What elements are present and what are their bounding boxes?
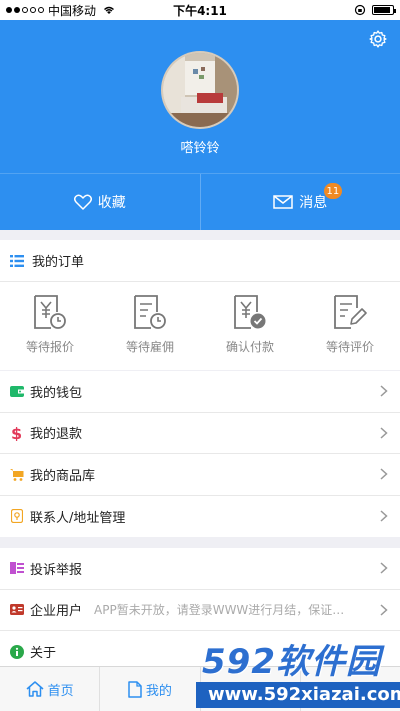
info-icon [10,644,24,659]
favorites-label: 收藏 [97,195,126,211]
hire-clock-icon [134,295,166,329]
tab-4[interactable] [299,667,400,711]
menu-product-library[interactable]: 我的商品库 [0,454,400,496]
chevron-right-icon [380,562,388,574]
order-awaiting-review[interactable]: 等待评价 [300,282,400,370]
wifi-icon [104,6,114,14]
action-bar: 收藏 消息 11 [0,173,400,230]
document-icon [128,680,142,698]
settings-gear-icon[interactable] [368,29,388,49]
status-right [354,4,396,16]
price-clock-icon [34,295,66,329]
chevron-right-icon [380,468,388,480]
orders-header[interactable]: 我的订单 [0,240,400,282]
orders-title: 我的订单 [32,255,85,270]
status-left: 中国移动 [6,2,116,19]
enterprise-card-icon [10,603,24,617]
username: 嗒铃铃 [180,141,220,156]
envelope-icon [273,195,293,209]
messages-button[interactable]: 消息 11 [199,174,400,230]
review-pen-icon [334,295,367,329]
menu-enterprise-user[interactable]: 企业用户 APP暂未开放，请登录WWW进行月结，保证业务… [0,590,400,631]
menu-refunds-label: 我的退款 [30,427,83,443]
favorites-button[interactable]: 收藏 [0,174,200,230]
menu-complaints[interactable]: 投诉举报 [0,548,400,590]
bottom-tab-bar: 首页 我的 [0,666,400,711]
battery-icon [372,5,396,15]
cart-icon [10,467,24,481]
orientation-lock-icon [354,4,366,16]
payment-check-icon [234,295,266,329]
signal-strength-icon [6,7,44,13]
order-awaiting-review-label: 等待评价 [325,340,374,354]
messages-badge: 11 [323,183,343,199]
order-awaiting-quote[interactable]: 等待报价 [0,282,100,370]
chevron-right-icon [380,385,388,397]
chevron-right-icon [380,509,388,522]
tab-3[interactable] [199,667,300,711]
tab-home[interactable]: 首页 [0,667,99,711]
menu-about-label: 关于 [30,646,57,662]
order-awaiting-hire-label: 等待雇佣 [125,340,174,354]
home-icon [26,681,44,697]
menu-wallet[interactable]: 我的钱包 [0,371,400,413]
order-confirm-payment-label: 确认付款 [225,340,274,354]
order-confirm-payment[interactable]: 确认付款 [200,282,300,370]
list-icon [10,254,24,267]
chevron-right-icon [380,603,388,616]
tab-home-label: 首页 [47,683,74,699]
tab-mine-label: 我的 [145,683,172,699]
messages-label: 消息 [299,195,328,211]
report-icon [10,561,24,575]
orders-section: 我的订单 等待报价 等待雇佣 确认付款 等待评价 [0,240,400,370]
carrier-name: 中国移动 [48,3,97,18]
menu-group-2: 投诉举报 企业用户 APP暂未开放，请登录WWW进行月结，保证业务… 关于 [0,548,400,673]
menu-contacts-address-label: 联系人/地址管理 [30,510,126,526]
profile-header: 嗒铃铃 [0,20,400,173]
avatar-photo [163,53,237,127]
order-status-list: 等待报价 等待雇佣 确认付款 等待评价 [0,282,400,370]
menu-product-library-label: 我的商品库 [30,468,96,484]
status-bar: 中国移动 下午4:11 [0,0,400,20]
order-awaiting-quote-label: 等待报价 [25,340,74,354]
menu-refunds[interactable]: $ 我的退款 [0,413,400,454]
enterprise-user-hint: APP暂未开放，请登录WWW进行月结，保证业务… [94,603,350,618]
chevron-right-icon [380,426,388,439]
heart-icon [73,194,92,210]
menu-enterprise-user-label: 企业用户 [30,604,83,620]
menu-group-1: 我的钱包 $ 我的退款 我的商品库 联系人/地址管理 [0,371,400,537]
menu-complaints-label: 投诉举报 [30,562,83,578]
wallet-icon [10,384,24,398]
order-awaiting-hire[interactable]: 等待雇佣 [100,282,200,370]
menu-wallet-label: 我的钱包 [30,385,83,401]
avatar[interactable] [161,51,239,129]
tab-mine[interactable]: 我的 [99,667,199,711]
location-icon [10,509,24,524]
dollar-icon: $ [10,425,24,441]
menu-contacts-address[interactable]: 联系人/地址管理 [0,496,400,538]
svg-text:$: $ [11,425,22,441]
